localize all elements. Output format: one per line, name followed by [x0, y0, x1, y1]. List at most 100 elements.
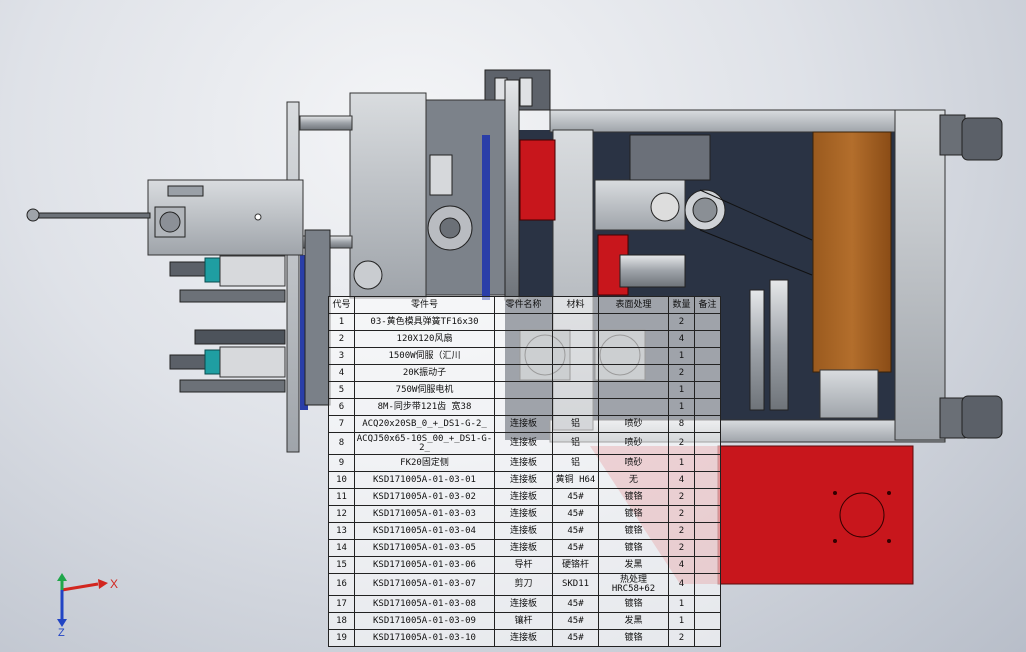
table-row: 17 KSD171005A-01-03-08 连接板 45# 镀铬 1	[328, 595, 721, 613]
cell-remarks	[694, 381, 721, 399]
cell-part-name	[494, 364, 553, 382]
bom-body: 1 03-黄色模具弹簧TF16x30 2 2 120X120风扇 4 3 1500W伺服（汇川…	[328, 313, 721, 647]
bill-of-materials-table: 代号 零件号 零件名称 材料 表面处理 数量 备注 1 03-黄色模具弹簧TF16…	[328, 296, 721, 647]
cell-surface-treatment: 热处理HRC58+62	[598, 573, 669, 596]
table-row: 1 03-黄色模具弹簧TF16x30 2	[328, 313, 721, 331]
table-header-row: 代号 零件号 零件名称 材料 表面处理 数量 备注	[328, 296, 721, 314]
cell-remarks	[694, 398, 721, 416]
cell-material: 铝	[552, 415, 599, 433]
cell-quantity: 2	[668, 432, 695, 455]
cell-surface-treatment: 镀铬	[598, 522, 669, 540]
cell-material: 硬铬杆	[552, 556, 599, 574]
col-header-part-number: 零件号	[354, 296, 495, 314]
cell-surface-treatment: 喷砂	[598, 415, 669, 433]
cell-material	[552, 398, 599, 416]
cell-code: 19	[328, 629, 355, 647]
cell-quantity: 1	[668, 595, 695, 613]
cell-part-name: 连接板	[494, 522, 553, 540]
cell-part-number: KSD171005A-01-03-03	[354, 505, 495, 523]
cell-material	[552, 347, 599, 365]
cell-material: SKD11	[552, 573, 599, 596]
cell-part-number: 8M-同步带121齿 宽38	[354, 398, 495, 416]
cell-surface-treatment	[598, 364, 669, 382]
cell-surface-treatment	[598, 347, 669, 365]
cell-part-number: 1500W伺服（汇川	[354, 347, 495, 365]
axis-triad[interactable]: X Z	[52, 572, 122, 636]
cell-part-number: 750W伺服电机	[354, 381, 495, 399]
table-row: 16 KSD171005A-01-03-07 剪刀 SKD11 热处理HRC58+62 4	[328, 573, 721, 596]
table-row: 10 KSD171005A-01-03-01 连接板 黄铜 H64 无 4	[328, 471, 721, 489]
z-axis-arrow	[57, 619, 67, 627]
cell-material: 黄铜 H64	[552, 471, 599, 489]
x-axis-label: X	[110, 577, 118, 591]
cell-remarks	[694, 415, 721, 433]
cell-surface-treatment	[598, 330, 669, 348]
cell-part-number: KSD171005A-01-03-05	[354, 539, 495, 557]
cell-part-number: FK20固定侧	[354, 454, 495, 472]
table-row: 11 KSD171005A-01-03-02 连接板 45# 镀铬 2	[328, 488, 721, 506]
cell-material: 45#	[552, 612, 599, 630]
cell-surface-treatment: 镀铬	[598, 505, 669, 523]
cell-surface-treatment	[598, 313, 669, 331]
table-row: 13 KSD171005A-01-03-04 连接板 45# 镀铬 2	[328, 522, 721, 540]
cell-quantity: 2	[668, 629, 695, 647]
cell-part-name: 剪刀	[494, 573, 553, 596]
cell-material	[552, 381, 599, 399]
cell-code: 7	[328, 415, 355, 433]
cell-part-number: KSD171005A-01-03-02	[354, 488, 495, 506]
cell-material: 45#	[552, 629, 599, 647]
cell-part-name: 导杆	[494, 556, 553, 574]
cell-remarks	[694, 347, 721, 365]
cell-surface-treatment	[598, 398, 669, 416]
cell-quantity: 1	[668, 398, 695, 416]
cell-material: 45#	[552, 539, 599, 557]
table-row: 19 KSD171005A-01-03-10 连接板 45# 镀铬 2	[328, 629, 721, 647]
cell-quantity: 4	[668, 471, 695, 489]
cell-surface-treatment: 镀铬	[598, 488, 669, 506]
cell-part-name	[494, 381, 553, 399]
cell-code: 12	[328, 505, 355, 523]
cell-surface-treatment: 镀铬	[598, 539, 669, 557]
cell-code: 1	[328, 313, 355, 331]
cell-quantity: 1	[668, 454, 695, 472]
cell-surface-treatment: 发黑	[598, 556, 669, 574]
cell-part-name: 连接板	[494, 505, 553, 523]
cell-remarks	[694, 556, 721, 574]
cell-remarks	[694, 539, 721, 557]
cell-quantity: 2	[668, 505, 695, 523]
cell-remarks	[694, 432, 721, 455]
table-row: 15 KSD171005A-01-03-06 导杆 硬铬杆 发黑 4	[328, 556, 721, 574]
table-row: 8 ACQJ50x65-10S_00_+_DS1-G-2_ 连接板铝喷砂 2	[328, 432, 721, 455]
cell-part-name: 连接板	[494, 471, 553, 489]
cell-surface-treatment: 镀铬	[598, 629, 669, 647]
cell-quantity: 2	[668, 488, 695, 506]
cell-code: 13	[328, 522, 355, 540]
cell-quantity: 1	[668, 347, 695, 365]
cell-remarks	[694, 612, 721, 630]
table-row: 6 8M-同步带121齿 宽38 1	[328, 398, 721, 416]
table-row: 12 KSD171005A-01-03-03 连接板 45# 镀铬 2	[328, 505, 721, 523]
cell-code: 6	[328, 398, 355, 416]
cell-quantity: 4	[668, 330, 695, 348]
cell-material	[552, 364, 599, 382]
col-header-surface-treatment: 表面处理	[598, 296, 669, 314]
cell-surface-treatment: 无	[598, 471, 669, 489]
table-row: 14 KSD171005A-01-03-05 连接板 45# 镀铬 2	[328, 539, 721, 557]
cell-quantity: 2	[668, 364, 695, 382]
cell-code: 2	[328, 330, 355, 348]
cell-part-number: 20K振动子	[354, 364, 495, 382]
cell-code: 11	[328, 488, 355, 506]
cell-part-name	[494, 347, 553, 365]
cell-part-name: 连接板	[494, 415, 553, 433]
cad-viewport[interactable]: 代号 零件号 零件名称 材料 表面处理 数量 备注 1 03-黄色模具弹簧TF16…	[0, 0, 1026, 652]
cell-remarks	[694, 573, 721, 596]
cell-part-name: 连接板	[494, 488, 553, 506]
table-row: 2 120X120风扇 4	[328, 330, 721, 348]
cell-remarks	[694, 471, 721, 489]
cell-quantity: 4	[668, 556, 695, 574]
cell-surface-treatment: 镀铬	[598, 595, 669, 613]
cell-remarks	[694, 629, 721, 647]
cell-remarks	[694, 454, 721, 472]
cell-code: 18	[328, 612, 355, 630]
cell-part-number: KSD171005A-01-03-06	[354, 556, 495, 574]
